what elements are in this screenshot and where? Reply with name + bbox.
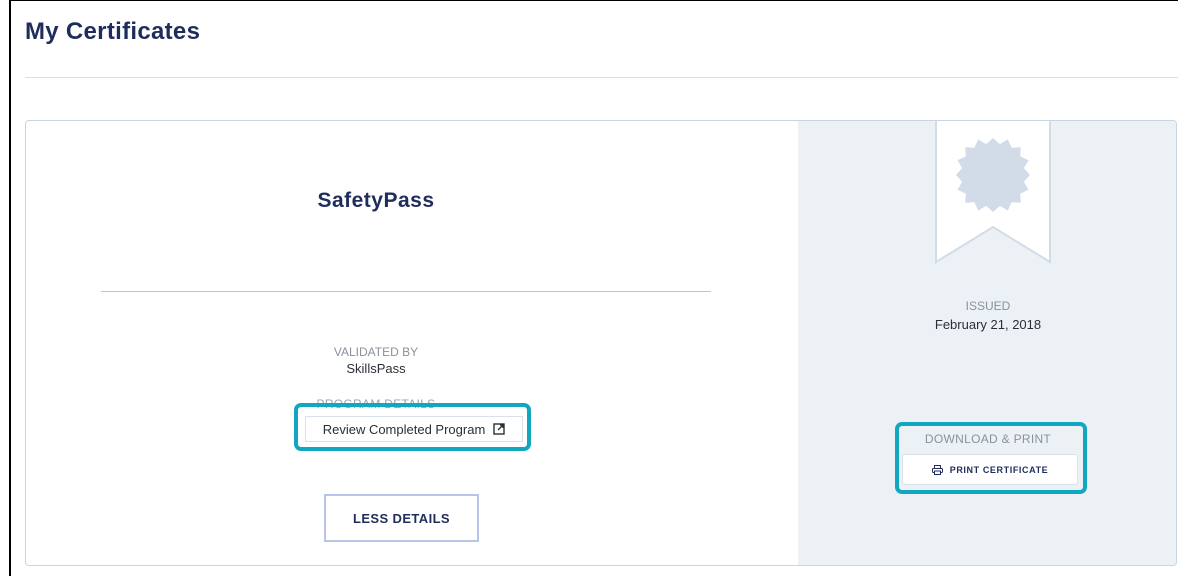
certificate-issue-panel: ISSUED February 21, 2018 DOWNLOAD & PRIN… — [798, 121, 1176, 565]
certificate-divider — [101, 291, 711, 292]
page-title: My Certificates — [25, 18, 201, 45]
printer-icon — [931, 464, 943, 475]
ribbon-badge-icon — [935, 121, 1051, 264]
print-certificate-button[interactable]: PRINT CERTIFICATE — [902, 454, 1078, 485]
title-divider — [25, 77, 1178, 78]
less-details-button[interactable]: LESS DETAILS — [324, 494, 479, 542]
validated-by-label: VALIDATED BY — [333, 345, 419, 359]
review-completed-program-button[interactable]: Review Completed Program — [305, 416, 523, 442]
download-print-label: DOWNLOAD & PRINT — [924, 432, 1052, 446]
program-details-label: PROGRAM DETAILS — [316, 397, 436, 411]
issued-date: February 21, 2018 — [934, 317, 1042, 332]
validated-by-value: SkillsPass — [346, 361, 406, 376]
review-button-label: Review Completed Program — [322, 421, 486, 437]
certificate-name: SafetyPass — [317, 189, 435, 212]
external-link-icon — [493, 423, 505, 435]
certificate-card: SafetyPass VALIDATED BY SkillsPass PROGR… — [25, 120, 1177, 566]
print-button-label: PRINT CERTIFICATE — [949, 464, 1049, 475]
issued-label: ISSUED — [965, 299, 1011, 313]
certificate-details-panel: SafetyPass VALIDATED BY SkillsPass PROGR… — [26, 121, 798, 565]
